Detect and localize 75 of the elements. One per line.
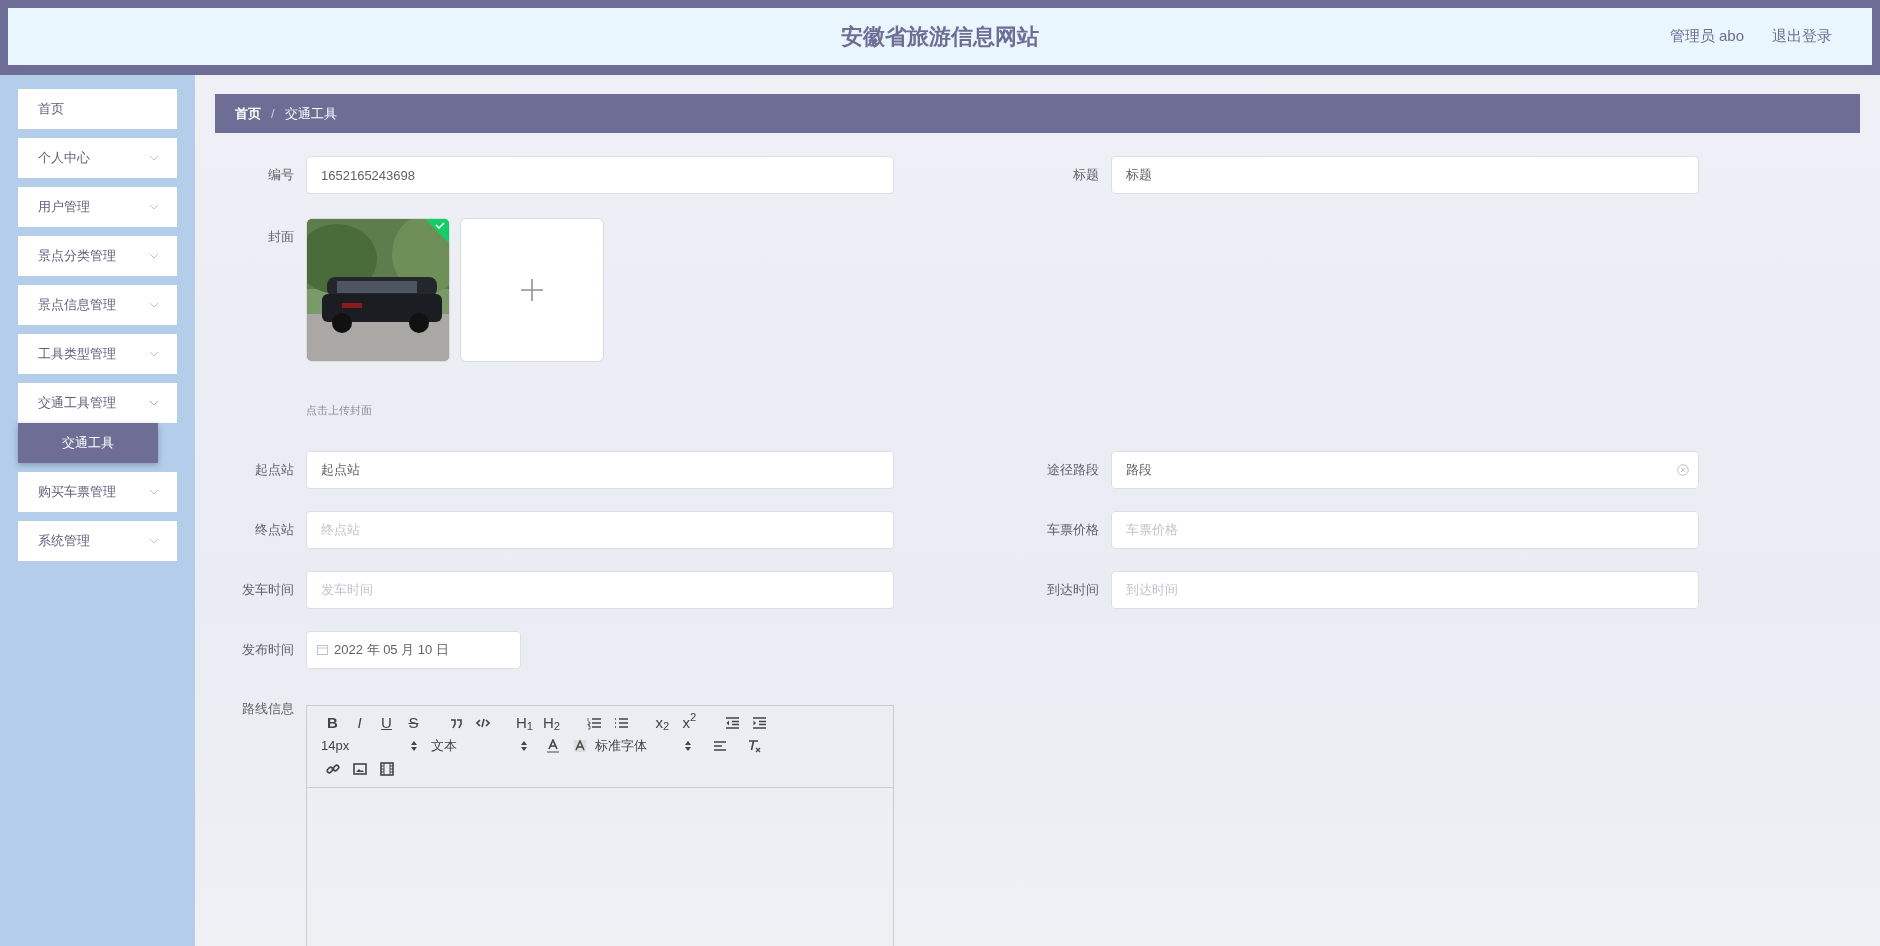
format-button[interactable]: H$_{2}$ <box>538 712 565 734</box>
field-label: 起点站 <box>254 460 295 479</box>
highlight-icon <box>572 739 587 753</box>
format-button[interactable]: U <box>373 712 400 734</box>
toolbar-select[interactable]: 文本 <box>429 735 539 757</box>
text-color-icon <box>545 739 560 753</box>
format-button[interactable]: H$_{1}$ <box>511 712 538 734</box>
field-label: 到达时间 <box>1046 580 1100 599</box>
menu-item[interactable]: 景点分类管理 <box>18 236 177 276</box>
input-field[interactable]: 起点站 <box>306 450 894 489</box>
input-field[interactable]: 发车时间 <box>306 570 894 609</box>
input-field[interactable]: 到达时间 <box>1111 570 1699 609</box>
chevron-down-icon <box>149 204 159 210</box>
code-icon <box>475 716 490 730</box>
chevron-down-icon <box>149 538 159 544</box>
format-button[interactable]: x$_{2}$ <box>649 712 676 734</box>
menu-item[interactable]: 首页 <box>18 89 177 129</box>
breadcrumb-link[interactable]: 首页 <box>235 103 261 124</box>
format-button[interactable]: x$^{2}$ <box>676 712 703 734</box>
input-field[interactable]: 路段 <box>1111 450 1699 489</box>
indent-icon <box>751 716 766 730</box>
updown-icon <box>685 741 691 751</box>
field-label: 编号 <box>267 166 295 184</box>
numbered-list-icon <box>586 716 601 730</box>
input-field[interactable]: 终点站 <box>306 510 894 549</box>
menu-item[interactable]: 景点信息管理 <box>18 285 177 325</box>
toolbar-select[interactable]: 标准字体 <box>593 735 703 757</box>
field-label: 封面 <box>267 228 295 246</box>
field-label: 发布时间 <box>241 640 295 659</box>
rich-text-editor[interactable]: B I U S H$_{1}$ H$_{2}$ x$_{2}$ x$^{2}$ 14px 文本 标准字体 <box>306 704 894 946</box>
field-label: 标题 <box>1072 166 1100 184</box>
field-label: 途径路段 <box>1046 460 1100 479</box>
image-icon <box>352 762 367 776</box>
clear-format-icon <box>747 739 761 753</box>
calendar-icon <box>317 644 328 655</box>
field-label: 车票价格 <box>1046 520 1100 539</box>
menu-item[interactable]: 个人中心 <box>18 138 177 178</box>
format-button[interactable]: B <box>319 712 346 734</box>
menu-item[interactable]: 交通工具管理 <box>18 383 177 423</box>
chevron-down-icon <box>149 489 159 495</box>
field-label: 终点站 <box>254 520 295 539</box>
toolbar-select[interactable]: 14px <box>319 735 429 757</box>
menu-item[interactable]: 系统管理 <box>18 521 177 561</box>
bullet-list-icon <box>613 716 628 730</box>
updown-icon <box>521 741 527 751</box>
menu-item[interactable]: 购买车票管理 <box>18 472 177 512</box>
menu-item[interactable]: 用户管理 <box>18 187 177 227</box>
breadcrumb-current: 交通工具 <box>284 104 337 123</box>
field-label: 路线信息 <box>241 699 295 718</box>
field-label: 发车时间 <box>241 580 295 599</box>
updown-icon <box>411 741 417 751</box>
format-button[interactable]: I <box>346 712 373 734</box>
quote-icon <box>448 716 463 730</box>
chevron-down-icon <box>149 400 159 406</box>
chevron-down-icon <box>149 351 159 357</box>
logout-link[interactable]: 退出登录 <box>1772 25 1832 48</box>
format-button[interactable]: S <box>400 712 427 734</box>
breadcrumb-separator: / <box>271 104 275 123</box>
date-field[interactable]: 2022 年 05 月 10 日 <box>306 630 521 669</box>
link-icon <box>325 762 340 776</box>
upload-hint: 点击上传封面 <box>306 403 373 418</box>
submenu-item[interactable]: 交通工具 <box>18 423 158 463</box>
chevron-down-icon <box>149 155 159 161</box>
input-field[interactable]: 1652165243698 <box>306 156 894 194</box>
plus-icon <box>520 278 544 302</box>
user-label: 管理员 abo <box>1669 26 1744 47</box>
outdent-icon <box>724 716 739 730</box>
chevron-down-icon <box>149 253 159 259</box>
chevron-down-icon <box>149 302 159 308</box>
input-field[interactable]: 标题 <box>1111 156 1699 194</box>
align-left-icon <box>713 739 727 753</box>
site-title: 安徽省旅游信息网站 <box>841 23 1039 51</box>
menu-item[interactable]: 工具类型管理 <box>18 334 177 374</box>
input-field[interactable]: 车票价格 <box>1111 510 1699 549</box>
video-icon <box>379 762 394 776</box>
